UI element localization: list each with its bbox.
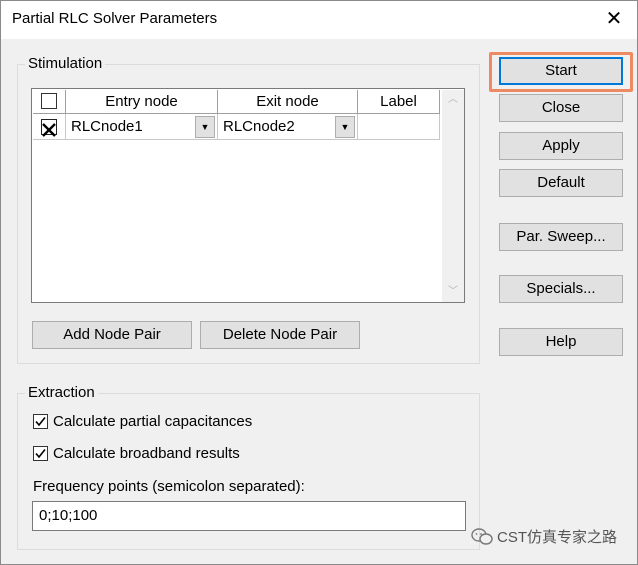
watermark-text: CST仿真专家之路 <box>497 529 618 546</box>
title-bar: Partial RLC Solver Parameters ✕ <box>1 1 637 39</box>
scroll-up-icon[interactable]: ︿ <box>442 92 464 108</box>
add-node-pair-button[interactable]: Add Node Pair <box>32 321 192 349</box>
frequency-points-label: Frequency points (semicolon separated): <box>33 478 305 495</box>
extraction-group-label: Extraction <box>25 384 98 401</box>
close-button[interactable]: Close <box>499 94 623 122</box>
partial-capacitances-checkbox[interactable] <box>33 414 48 429</box>
dropdown-arrow-icon: ▼ <box>200 122 210 132</box>
label-cell[interactable] <box>358 114 440 140</box>
checkmark-icon <box>35 417 46 427</box>
broadband-results-label: Calculate broadband results <box>53 445 240 462</box>
table-header-entry-node[interactable]: Entry node <box>66 90 218 114</box>
specials-button[interactable]: Specials... <box>499 275 623 303</box>
table-scrollbar[interactable]: ︿ ﹀ <box>442 90 464 302</box>
close-icon[interactable]: ✕ <box>604 9 624 29</box>
checkmark-icon <box>35 449 46 459</box>
delete-node-pair-button[interactable]: Delete Node Pair <box>200 321 360 349</box>
dialog-window: Partial RLC Solver Parameters ✕ Stimulat… <box>0 0 638 565</box>
default-button[interactable]: Default <box>499 169 623 197</box>
entry-node-dropdown-button[interactable]: ▼ <box>195 116 215 138</box>
window-title: Partial RLC Solver Parameters <box>12 10 218 27</box>
frequency-points-input[interactable]: 0;10;100 <box>32 501 466 531</box>
par-sweep-button[interactable]: Par. Sweep... <box>499 223 623 251</box>
entry-node-cell[interactable]: RLCnode1 ▼ <box>66 114 218 140</box>
row-checkbox[interactable] <box>41 119 57 137</box>
wechat-icon <box>471 528 493 550</box>
exit-node-dropdown-button[interactable]: ▼ <box>335 116 355 138</box>
help-button[interactable]: Help <box>499 328 623 356</box>
scroll-down-icon[interactable]: ﹀ <box>442 284 464 300</box>
check-x-icon <box>42 123 56 137</box>
exit-node-cell[interactable]: RLCnode2 ▼ <box>218 114 358 140</box>
table-header-exit-node[interactable]: Exit node <box>218 90 358 114</box>
start-button[interactable]: Start <box>499 57 623 85</box>
broadband-results-checkbox[interactable] <box>33 446 48 461</box>
table-row-select-cell <box>33 114 66 140</box>
dropdown-arrow-icon: ▼ <box>340 122 350 132</box>
table-header-label[interactable]: Label <box>358 90 440 114</box>
entry-node-value: RLCnode1 <box>71 118 143 135</box>
table-header-select <box>33 90 66 114</box>
select-all-checkbox[interactable] <box>41 93 57 109</box>
node-pair-table: Entry node Exit node Label RLCnode1 ▼ RL… <box>31 88 465 303</box>
exit-node-value: RLCnode2 <box>223 118 295 135</box>
stimulation-group-label: Stimulation <box>25 55 106 72</box>
apply-button[interactable]: Apply <box>499 132 623 160</box>
partial-capacitances-label: Calculate partial capacitances <box>53 413 253 430</box>
